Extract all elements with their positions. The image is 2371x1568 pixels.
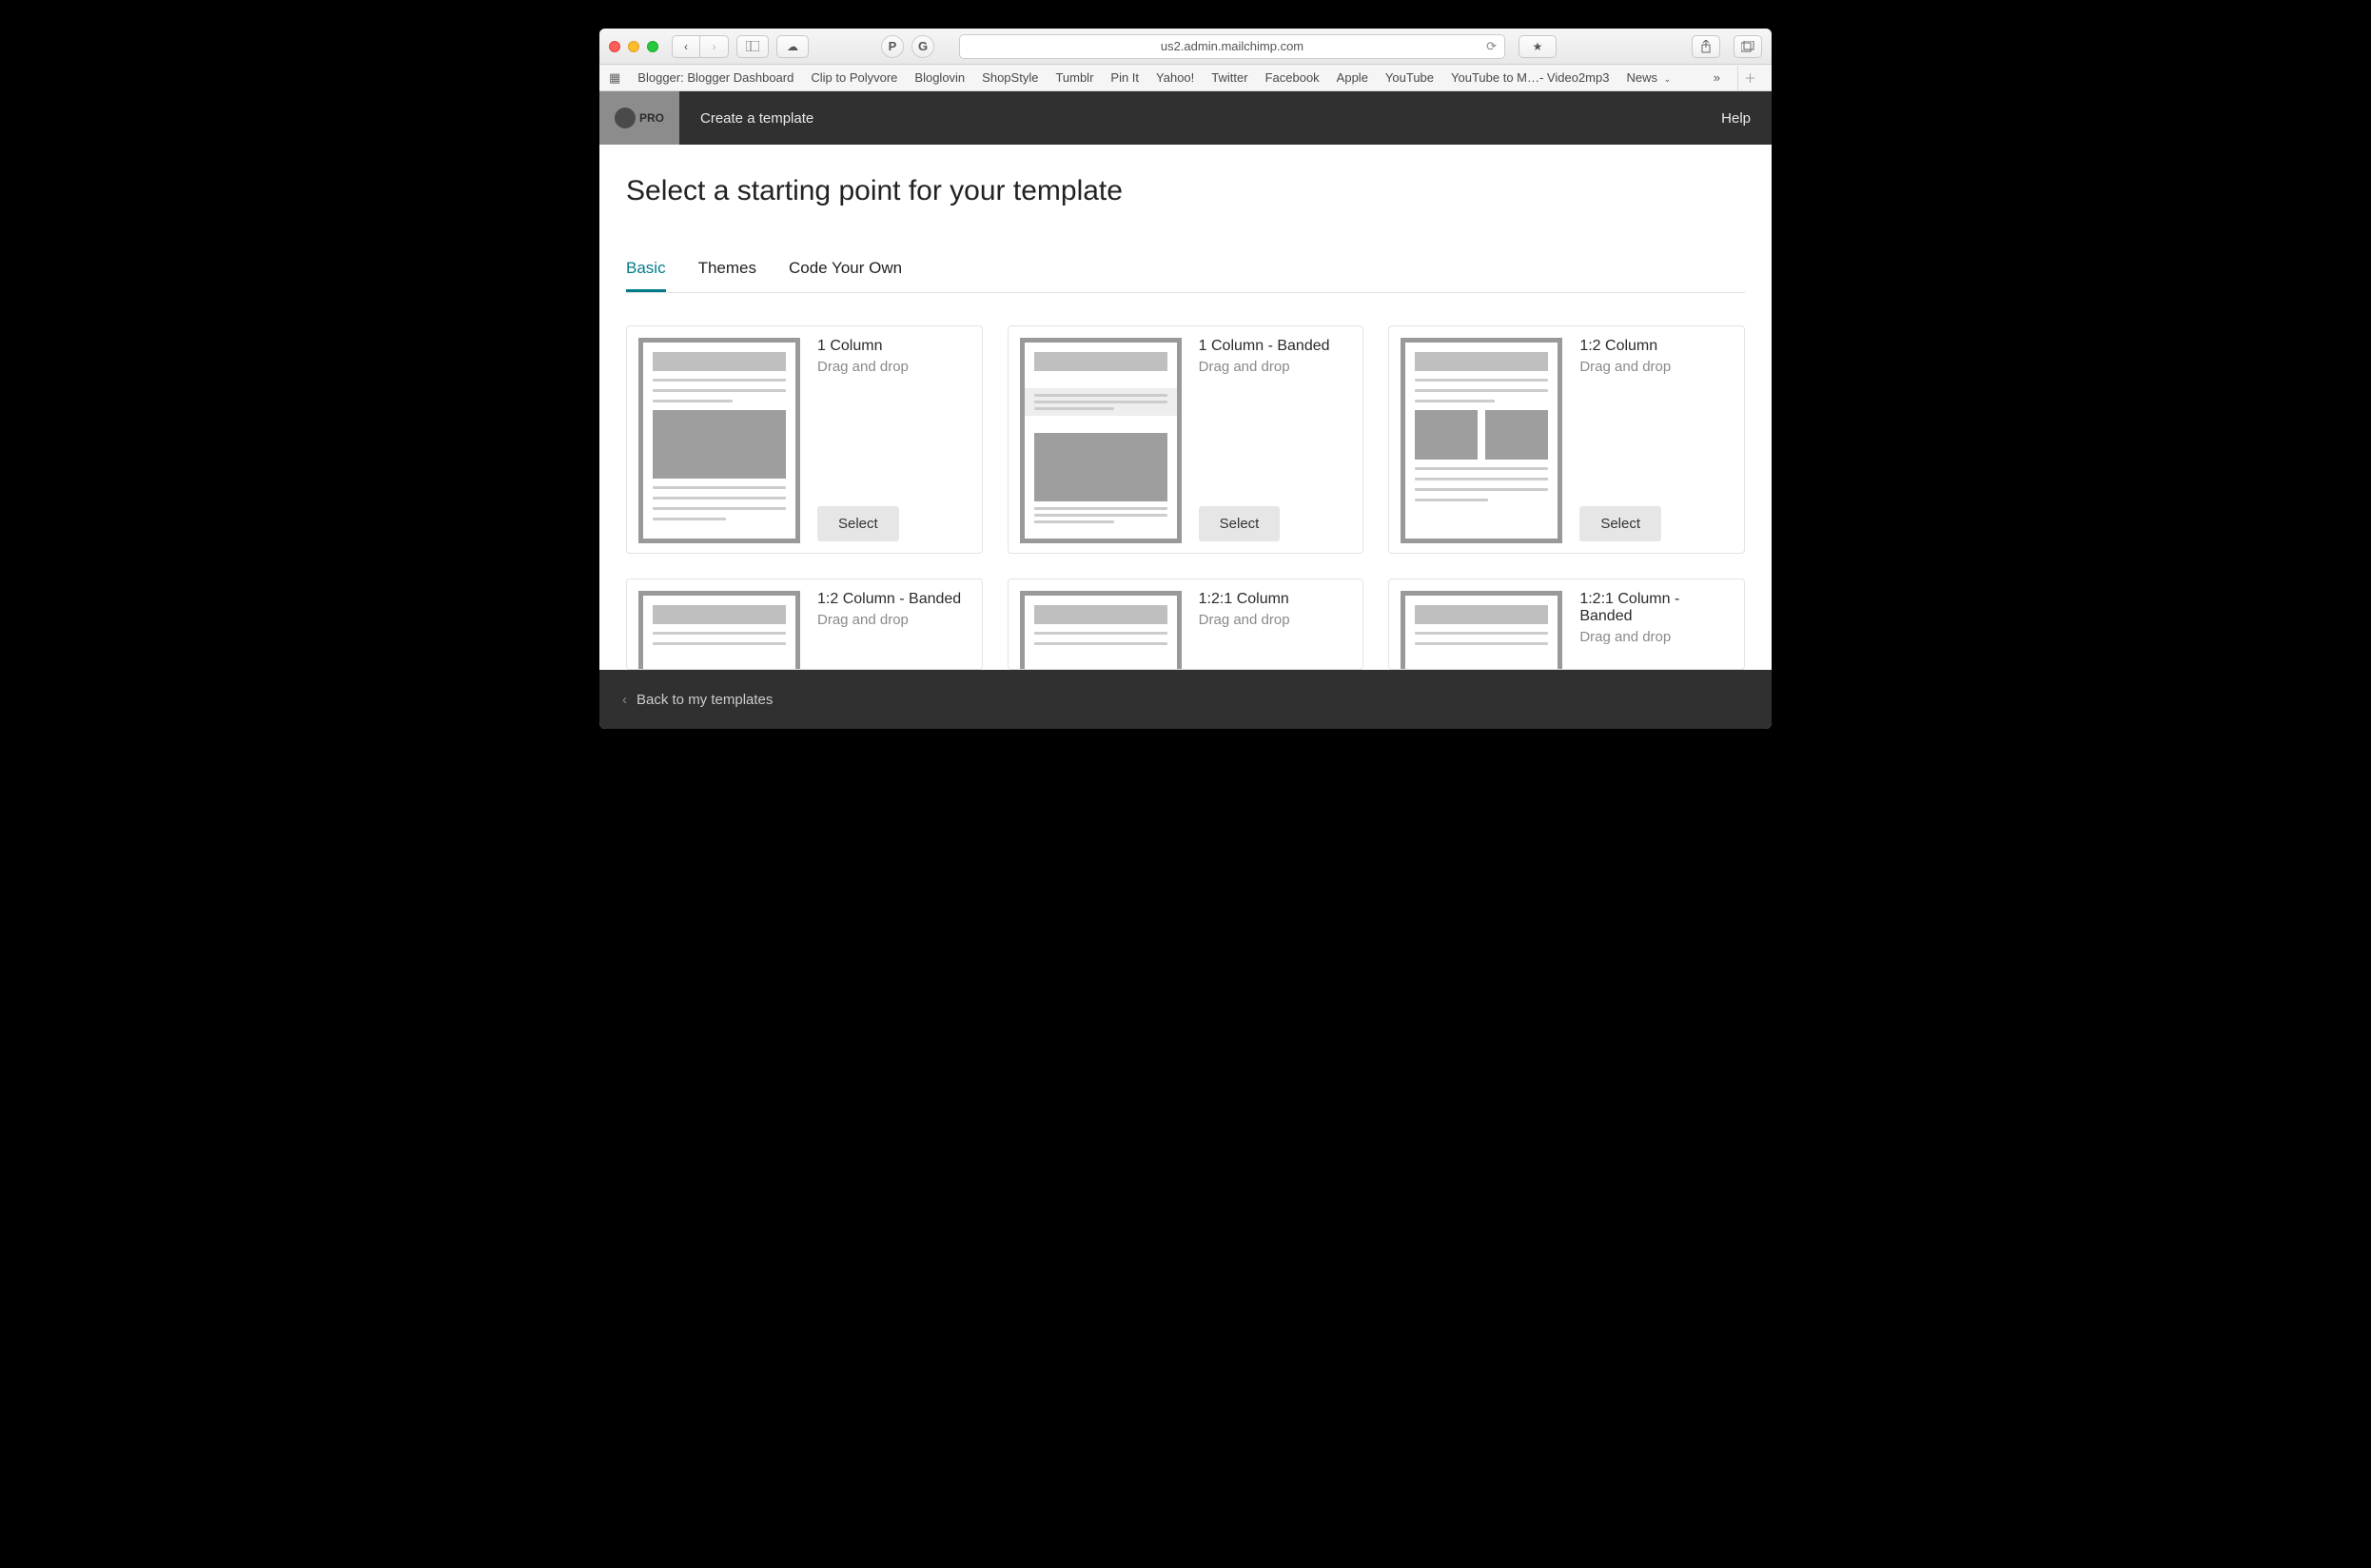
sidebar-button[interactable] — [736, 35, 769, 58]
reader-bookmark-button[interactable]: ★ — [1519, 35, 1557, 58]
bookmark-item[interactable]: Blogger: Blogger Dashboard — [637, 70, 794, 85]
bookmark-item[interactable]: Clip to Polyvore — [811, 70, 897, 85]
template-card: 1:2 Column - Banded Drag and drop — [626, 578, 983, 670]
main-content: Select a starting point for your templat… — [599, 145, 1772, 670]
footer-bar: ‹ Back to my templates — [599, 670, 1772, 729]
template-source-tabs: Basic Themes Code Your Own — [626, 259, 1745, 293]
address-text: us2.admin.mailchimp.com — [1161, 39, 1303, 53]
mailchimp-logo-icon — [615, 108, 636, 128]
app-header: PRO Create a template Help — [599, 91, 1772, 145]
bookmarks-bar: ▦ Blogger: Blogger Dashboard Clip to Pol… — [599, 65, 1772, 91]
template-subtitle: Drag and drop — [1199, 612, 1352, 628]
browser-titlebar: ‹ › ☁ P G us2.admin.mailchimp.com ⟳ ★ — [599, 29, 1772, 65]
select-template-button[interactable]: Select — [1199, 506, 1281, 541]
bookmarks-overflow-button[interactable]: » — [1714, 70, 1720, 85]
tab-themes[interactable]: Themes — [698, 259, 756, 292]
tab-basic[interactable]: Basic — [626, 259, 666, 292]
template-title: 1:2 Column — [1579, 338, 1733, 355]
template-subtitle: Drag and drop — [817, 612, 970, 628]
bookmark-item[interactable]: Pin It — [1110, 70, 1139, 85]
select-template-button[interactable]: Select — [1579, 506, 1661, 541]
bookmark-item[interactable]: YouTube to M…- Video2mp3 — [1451, 70, 1609, 85]
template-title: 1:2:1 Column - Banded — [1579, 591, 1733, 625]
bookmark-item[interactable]: News ⌄ — [1626, 70, 1671, 85]
reload-icon[interactable]: ⟳ — [1486, 39, 1497, 54]
sidebar-icon — [746, 41, 759, 51]
favorites-grid-icon[interactable]: ▦ — [609, 70, 620, 86]
window-controls — [609, 41, 658, 52]
template-thumb-1-2-column-banded — [638, 591, 800, 670]
new-tab-button[interactable]: ＋ — [1737, 66, 1762, 90]
show-tabs-button[interactable] — [1734, 35, 1762, 58]
template-subtitle: Drag and drop — [817, 359, 970, 375]
chevron-left-icon: ‹ — [622, 692, 627, 708]
template-title: 1 Column — [817, 338, 970, 355]
template-subtitle: Drag and drop — [1199, 359, 1352, 375]
minimize-window-button[interactable] — [628, 41, 639, 52]
tab-code-own[interactable]: Code Your Own — [789, 259, 902, 292]
template-subtitle: Drag and drop — [1579, 359, 1733, 375]
template-title: 1:2:1 Column — [1199, 591, 1352, 608]
template-card: 1 Column Drag and drop Select — [626, 325, 983, 554]
share-button[interactable] — [1692, 35, 1720, 58]
back-to-templates-link[interactable]: Back to my templates — [637, 692, 773, 708]
bookmark-item[interactable]: Tumblr — [1055, 70, 1093, 85]
bookmark-item[interactable]: YouTube — [1385, 70, 1434, 85]
forward-button[interactable]: › — [700, 35, 729, 58]
page-title: Select a starting point for your templat… — [626, 175, 1745, 207]
bookmark-item[interactable]: Facebook — [1265, 70, 1320, 85]
tabs-icon — [1741, 41, 1754, 52]
pinterest-extension-icon[interactable]: P — [881, 35, 904, 58]
help-link[interactable]: Help — [1721, 110, 1772, 127]
template-card: 1:2 Column Drag and drop Select — [1388, 325, 1745, 554]
address-bar[interactable]: us2.admin.mailchimp.com ⟳ — [959, 34, 1505, 59]
grammarly-extension-icon[interactable]: G — [911, 35, 934, 58]
zoom-window-button[interactable] — [647, 41, 658, 52]
share-icon — [1700, 40, 1712, 53]
pro-label: PRO — [639, 111, 664, 125]
bookmark-item[interactable]: Yahoo! — [1156, 70, 1194, 85]
template-card: 1:2:1 Column Drag and drop — [1008, 578, 1364, 670]
template-thumb-1-column-banded — [1020, 338, 1182, 543]
select-template-button[interactable]: Select — [817, 506, 899, 541]
bookmark-item[interactable]: Apple — [1337, 70, 1368, 85]
template-thumb-1-2-column — [1401, 338, 1562, 543]
close-window-button[interactable] — [609, 41, 620, 52]
template-thumb-1-column — [638, 338, 800, 543]
template-grid: 1 Column Drag and drop Select 1 Column -… — [626, 325, 1745, 670]
back-button[interactable]: ‹ — [672, 35, 700, 58]
template-title: 1:2 Column - Banded — [817, 591, 970, 608]
icloud-button[interactable]: ☁ — [776, 35, 809, 58]
template-card: 1:2:1 Column - Banded Drag and drop — [1388, 578, 1745, 670]
template-subtitle: Drag and drop — [1579, 629, 1733, 645]
template-thumb-1-2-1-column — [1020, 591, 1182, 670]
pro-badge[interactable]: PRO — [599, 91, 679, 145]
template-card: 1 Column - Banded Drag and drop Select — [1008, 325, 1364, 554]
bookmark-item[interactable]: Bloglovin — [914, 70, 965, 85]
template-title: 1 Column - Banded — [1199, 338, 1352, 355]
bookmark-item[interactable]: Twitter — [1211, 70, 1247, 85]
header-title: Create a template — [679, 110, 813, 127]
cloud-icon: ☁ — [787, 40, 798, 53]
template-thumb-1-2-1-column-banded — [1401, 591, 1562, 670]
chevron-down-icon: ⌄ — [1664, 74, 1672, 84]
bookmark-item[interactable]: ShopStyle — [982, 70, 1038, 85]
safari-window: ‹ › ☁ P G us2.admin.mailchimp.com ⟳ ★ ▦ … — [599, 29, 1772, 729]
